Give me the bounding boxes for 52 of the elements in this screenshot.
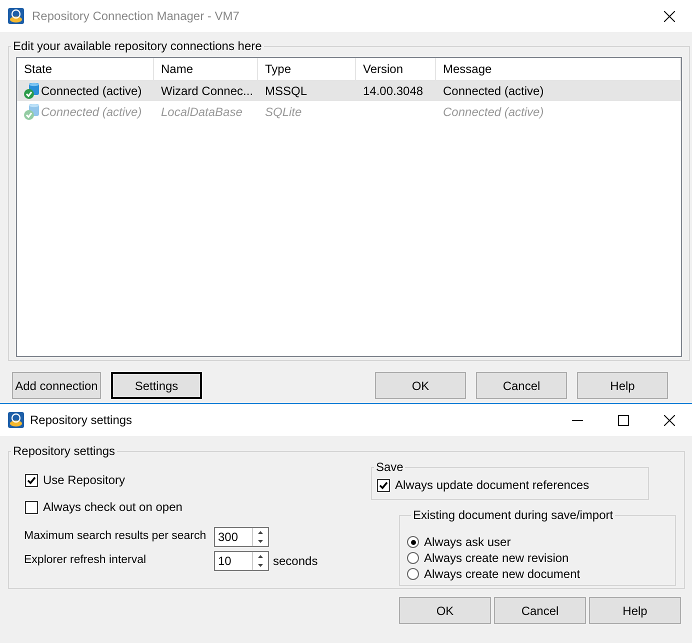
checkbox[interactable]: [377, 478, 390, 492]
number-field[interactable]: 10: [214, 551, 269, 571]
checkbox[interactable]: [25, 474, 38, 486]
radio-label: Always create new revision: [424, 550, 569, 567]
close-icon: [664, 10, 674, 22]
checkbox-label: Always check out on open: [43, 499, 182, 516]
checkbox-label: Use Repository: [43, 472, 126, 489]
table-cell-text: Connected (active): [443, 82, 544, 100]
dialog-button[interactable]: Cancel: [494, 597, 586, 624]
group-label: Edit your available repository connections here: [12, 38, 263, 55]
table-cell-text: LocalDataBase: [161, 104, 242, 120]
field-label: Maximum search results per search: [24, 529, 208, 544]
window-title: Repository Connection Manager - VM7: [32, 8, 240, 25]
dialog-button[interactable]: OK: [399, 597, 491, 624]
checkmark-icon: [379, 480, 388, 490]
checkmark-icon: [27, 476, 36, 484]
unit-label: seconds: [273, 553, 318, 570]
table-cell-text: SQLite: [265, 104, 302, 120]
radio-button[interactable]: [407, 552, 419, 564]
close-icon: [664, 414, 674, 426]
dialog-button[interactable]: Add connection: [12, 372, 101, 399]
app-icon: [8, 412, 24, 428]
dialog-button[interactable]: Settings: [111, 372, 202, 399]
table-cell-text: Wizard Connec...: [161, 82, 254, 100]
number-field[interactable]: 300: [214, 527, 269, 547]
field-label: Explorer refresh interval: [24, 553, 148, 568]
radio-button[interactable]: [407, 568, 419, 580]
checkbox-label: Always update document references: [395, 477, 590, 494]
table-cell-text: Connected (active): [41, 104, 142, 120]
group-label: Repository settings: [12, 443, 116, 460]
dialog-button[interactable]: Cancel: [476, 372, 567, 399]
database-check-icon: [23, 82, 41, 100]
group-label: Save: [375, 459, 404, 476]
window-title: Repository settings: [30, 412, 134, 429]
radio-label: Always create new document: [424, 566, 580, 583]
checkbox[interactable]: [25, 500, 38, 514]
app-icon: [8, 8, 24, 24]
dialog-button[interactable]: OK: [375, 372, 466, 399]
field-value: 10: [217, 553, 232, 570]
table-row[interactable]: Connected (active) Wizard Connec... MSSQL 14.00.3048 Connected (active): [17, 80, 681, 101]
dialog-button[interactable]: Help: [577, 372, 668, 399]
maximize-icon: [618, 414, 628, 426]
dialog-button[interactable]: Help: [589, 597, 681, 624]
group-label: Existing document during save/import: [412, 507, 614, 524]
table-cell-text: Connected (active): [443, 104, 544, 120]
table-cell-text: 14.00.3048: [363, 82, 424, 100]
radio-button[interactable]: [407, 536, 419, 548]
database-check-icon: [23, 102, 41, 120]
table-cell-text: Connected (active): [41, 82, 142, 100]
table-cell-text: MSSQL: [265, 82, 308, 100]
radio-label: Always ask user: [424, 534, 511, 551]
field-value: 300: [217, 529, 240, 546]
